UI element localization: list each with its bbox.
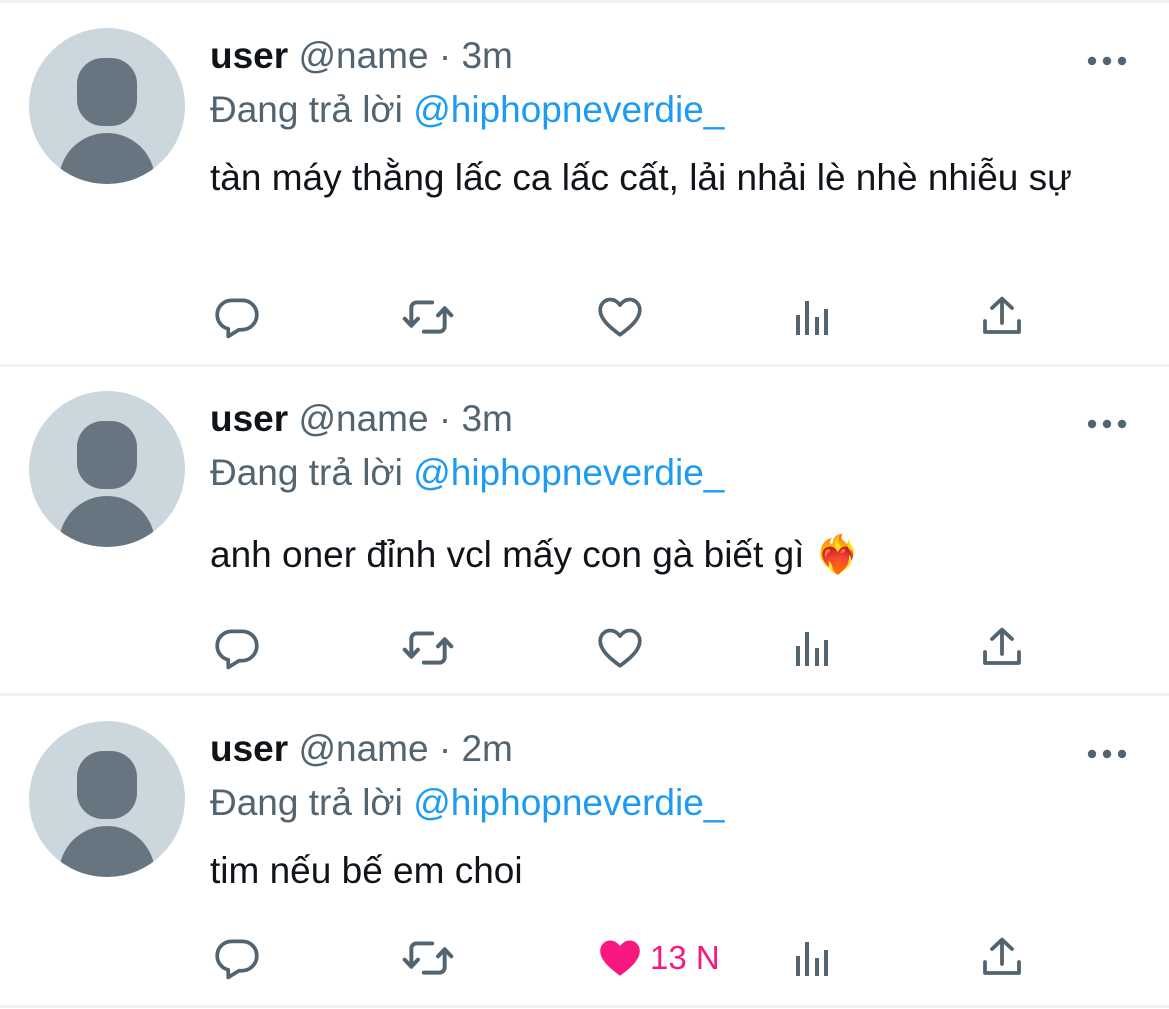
tweet[interactable]: user @name · 3m Đang trả lời @hiphopneve… (0, 391, 1169, 693)
reply-mention-link[interactable]: @hiphopneverdie_ (413, 782, 724, 823)
retweet-icon (402, 941, 454, 975)
display-name[interactable]: user (210, 728, 288, 769)
avatar[interactable] (29, 721, 185, 877)
tweet-header: user @name · 2m (210, 727, 513, 771)
top-divider (0, 0, 1169, 3)
share-icon (983, 296, 1021, 334)
tweet-actions (0, 292, 1169, 342)
reply-button[interactable] (212, 623, 262, 673)
display-name[interactable]: user (210, 35, 288, 76)
heart-icon (598, 297, 642, 337)
views-icon (796, 301, 828, 335)
more-icon[interactable] (1085, 54, 1129, 68)
reply-icon (215, 939, 259, 980)
handle[interactable]: @name (298, 35, 428, 76)
share-icon (983, 937, 1021, 975)
retweet-icon (402, 300, 454, 334)
views-icon (796, 942, 828, 976)
share-button[interactable] (978, 933, 1026, 983)
retweet-icon (402, 631, 454, 665)
reply-button[interactable] (212, 292, 262, 342)
tweet[interactable]: user @name · 3m Đang trả lời @hiphopneve… (0, 28, 1169, 364)
tweet-actions (0, 623, 1169, 673)
retweet-button[interactable] (400, 933, 456, 983)
retweet-button[interactable] (400, 623, 456, 673)
timestamp[interactable]: 3m (461, 398, 512, 439)
like-count[interactable]: 13 N (650, 939, 720, 977)
like-button[interactable] (594, 623, 646, 673)
avatar-body-shape (59, 496, 155, 547)
reply-button[interactable] (212, 933, 262, 983)
reply-icon (215, 629, 259, 670)
dot-separator: · (438, 35, 452, 76)
heart-filled-icon (600, 940, 640, 976)
avatar-head-shape (77, 751, 137, 819)
share-icon (983, 627, 1021, 665)
reply-prefix: Đang trả lời (210, 89, 403, 130)
reply-icon (215, 298, 259, 339)
dot-separator: · (438, 398, 452, 439)
tweet[interactable]: user @name · 2m Đang trả lời @hiphopneve… (0, 721, 1169, 1005)
tweet-divider (0, 364, 1169, 367)
handle[interactable]: @name (298, 728, 428, 769)
avatar-body-shape (59, 133, 155, 184)
tweet-text: tàn máy thằng lấc ca lấc cất, lải nhải l… (210, 157, 1072, 198)
retweet-button[interactable] (400, 292, 456, 342)
views-button[interactable] (788, 623, 836, 673)
reply-prefix: Đang trả lời (210, 782, 403, 823)
avatar-head-shape (77, 58, 137, 126)
dot-separator: · (438, 728, 452, 769)
like-button-active[interactable]: 13 N (594, 933, 720, 983)
views-button[interactable] (788, 933, 836, 983)
avatar[interactable] (29, 391, 185, 547)
share-button[interactable] (978, 292, 1026, 342)
timestamp[interactable]: 3m (461, 35, 512, 76)
display-name[interactable]: user (210, 398, 288, 439)
avatar-head-shape (77, 421, 137, 489)
like-button[interactable] (594, 292, 646, 342)
tweet-text: anh oner đỉnh vcl mấy con gà biết gì ❤️‍… (210, 534, 861, 575)
more-icon[interactable] (1085, 747, 1129, 761)
heart-icon (598, 628, 642, 668)
reply-mention-link[interactable]: @hiphopneverdie_ (413, 89, 724, 130)
tweet-divider (0, 693, 1169, 696)
timestamp[interactable]: 2m (461, 728, 512, 769)
reply-prefix: Đang trả lời (210, 452, 403, 493)
reply-mention-link[interactable]: @hiphopneverdie_ (413, 452, 724, 493)
tweet-header: user @name · 3m (210, 34, 513, 78)
avatar-body-shape (59, 826, 155, 877)
more-icon[interactable] (1085, 417, 1129, 431)
views-icon (796, 632, 828, 666)
bottom-divider (0, 1005, 1169, 1008)
share-button[interactable] (978, 623, 1026, 673)
views-button[interactable] (788, 292, 836, 342)
replying-to: Đang trả lời @hiphopneverdie_ (210, 88, 724, 132)
handle[interactable]: @name (298, 398, 428, 439)
tweet-header: user @name · 3m (210, 397, 513, 441)
replying-to: Đang trả lời @hiphopneverdie_ (210, 781, 724, 825)
replying-to: Đang trả lời @hiphopneverdie_ (210, 451, 724, 495)
avatar[interactable] (29, 28, 185, 184)
tweet-text: tim nếu bế em choi (210, 850, 523, 891)
tweet-actions: 13 N (0, 933, 1169, 983)
